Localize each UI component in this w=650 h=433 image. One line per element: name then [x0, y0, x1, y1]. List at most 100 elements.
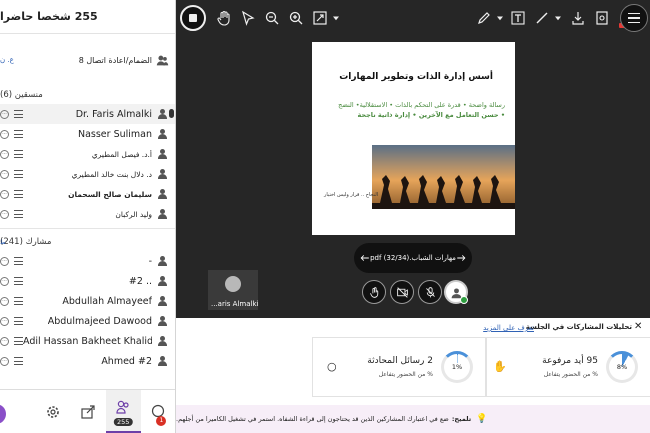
slide-body-line: رسالة واضحة • قدرة على التحكم بالذات • ا…: [338, 101, 505, 109]
raise-hand-button[interactable]: [362, 280, 386, 304]
clear-button[interactable]: [592, 8, 612, 28]
arrow-right-icon[interactable]: [456, 251, 466, 265]
zoom-menu-button[interactable]: [330, 8, 342, 28]
download-icon: [572, 12, 584, 25]
participants-tab[interactable]: 255: [105, 390, 141, 433]
slide-body-line: • حسن التعامل مع الآخرين • إدارة ذاتية ن…: [357, 111, 505, 119]
participant-row[interactable]: ··· Ahmed #2: [0, 351, 175, 371]
more-options-icon[interactable]: ···: [0, 109, 9, 119]
participant-row[interactable]: ··· Nasser Suliman: [0, 124, 175, 144]
coordinators-title: منسقين (6): [0, 90, 43, 100]
zoom-out-button[interactable]: [262, 8, 282, 28]
status-ok-icon: [460, 296, 468, 304]
participant-row[interactable]: ··· Adil Hassan Bakheet Khalid: [0, 331, 175, 351]
participant-row[interactable]: ··· أ.د. فيصل المطيري: [0, 144, 175, 164]
user-icon: [158, 356, 167, 366]
caret-down-icon: [333, 16, 339, 21]
hand-tool-button[interactable]: [214, 8, 234, 28]
avatar: [0, 404, 6, 424]
annotation-toolbar: [176, 0, 650, 36]
download-button[interactable]: [568, 8, 588, 28]
people-icon: [116, 400, 129, 414]
participant-row[interactable]: ··· وليد الركبان: [0, 204, 175, 224]
close-icon[interactable]: ✕: [634, 322, 644, 332]
zoom-out-icon: [265, 11, 279, 25]
more-options-icon[interactable]: ···: [0, 129, 9, 139]
slide-caption: النجاح .. قرار وليس اختيار: [324, 192, 379, 198]
coordinators-list: ··· Dr. Faris Almalki ··· Nasser Suliman ···…: [0, 104, 175, 224]
analytics-card-chat: 1% 2 رسائل المحادثة % من الحضور يتفاعل ○: [312, 337, 486, 397]
status-button[interactable]: [0, 390, 35, 433]
more-options-icon[interactable]: ···: [0, 189, 9, 199]
hand-icon: [217, 10, 230, 26]
presentation-stage: أسس إدارة الذات وتطوير المهارات رسالة وا…: [176, 0, 650, 318]
participant-row[interactable]: ··· د. دلال بنت خالد المطيري: [0, 164, 175, 184]
mic-toggle-button[interactable]: [418, 280, 442, 304]
page-indicator: (32/34): [383, 254, 410, 262]
chat-tab[interactable]: 1: [141, 390, 175, 433]
participant-row[interactable]: ··· سليمان صالح السحمان: [0, 184, 175, 204]
participant-name: Abdullah Almayeef: [62, 295, 152, 307]
user-icon: [158, 209, 167, 219]
more-options-icon[interactable]: ···: [0, 316, 9, 326]
user-icon: [158, 129, 167, 139]
participant-row[interactable]: ··· Dr. Faris Almalki: [0, 104, 175, 124]
text-tool-button[interactable]: [508, 8, 528, 28]
arrow-left-icon[interactable]: [360, 251, 370, 265]
my-status-button[interactable]: [444, 280, 468, 304]
participant-row[interactable]: ··· -: [0, 251, 175, 271]
chat-icon: ○: [327, 360, 337, 373]
settings-button[interactable]: [35, 390, 70, 433]
pointer-tool-button[interactable]: [238, 8, 258, 28]
session-menu-button[interactable]: [620, 4, 648, 32]
tip-label: تلميح:: [451, 415, 472, 423]
text-icon: [511, 11, 525, 25]
attendees-title-row: ط مشارك (241): [0, 233, 175, 251]
more-options-icon[interactable]: ···: [0, 356, 9, 366]
fit-page-button[interactable]: [310, 8, 330, 28]
video-participant-name: ...aris Almalki: [211, 300, 259, 308]
camera-toggle-button[interactable]: [390, 280, 414, 304]
more-options-icon[interactable]: ···: [0, 336, 9, 346]
runners-image: [372, 145, 515, 209]
more-options-icon[interactable]: ···: [0, 209, 9, 219]
more-options-icon[interactable]: ···: [0, 296, 9, 306]
participant-row[interactable]: ··· Abdullah Almayeef: [0, 291, 175, 311]
attendees-title: مشارك (241): [0, 237, 52, 247]
list-icon: [14, 170, 23, 178]
page-indicator-label: مهارات الشباب.pdf (32/34): [370, 254, 456, 262]
card-subtext: % من الحضور يتفاعل: [378, 371, 433, 378]
more-options-icon[interactable]: ···: [0, 276, 9, 286]
attendees-link[interactable]: ط: [0, 239, 6, 246]
percent-ring: 1%: [441, 351, 473, 383]
pen-tool-button[interactable]: [474, 8, 494, 28]
more-options-icon[interactable]: ···: [0, 256, 9, 266]
learn-more-link[interactable]: تعرف على المزيد: [483, 324, 534, 332]
list-icon: [14, 257, 23, 265]
participant-row[interactable]: ··· #2 ..: [0, 271, 175, 291]
share-icon: [81, 404, 95, 419]
more-options-icon[interactable]: ···: [0, 149, 9, 159]
analytics-card-hands: 8% 95 أيد مرفوعة % من الحضور يتفاعل ✋: [486, 337, 650, 397]
user-icon: [158, 149, 167, 159]
list-icon: [14, 210, 23, 218]
mic-off-icon: [425, 286, 435, 297]
participant-name: د. دلال بنت خالد المطيري: [71, 169, 152, 179]
stop-sharing-button[interactable]: [180, 5, 206, 31]
notification-badge: 1: [156, 416, 167, 426]
clear-annotations-icon: [596, 11, 608, 25]
camera-off-icon: [396, 286, 408, 298]
share-button[interactable]: [70, 390, 105, 433]
participant-row[interactable]: ··· Abdulmajeed Dawood: [0, 311, 175, 331]
card-value: 95 أيد مرفوعة: [542, 356, 598, 366]
people-icon: [156, 55, 169, 65]
zoom-in-button[interactable]: [286, 8, 306, 28]
tip-bar: 💡 تلميح: ضع في اعتبارك المشاركين الذين ق…: [176, 405, 650, 433]
reconnect-link[interactable]: ع. ن: [0, 56, 14, 64]
video-tile[interactable]: ...aris Almalki: [208, 270, 258, 310]
more-options-icon[interactable]: ···: [0, 169, 9, 179]
pen-menu-button[interactable]: [494, 8, 506, 28]
user-icon: [158, 256, 167, 266]
line-tool-button[interactable]: [532, 8, 552, 28]
shape-menu-button[interactable]: [552, 8, 564, 28]
